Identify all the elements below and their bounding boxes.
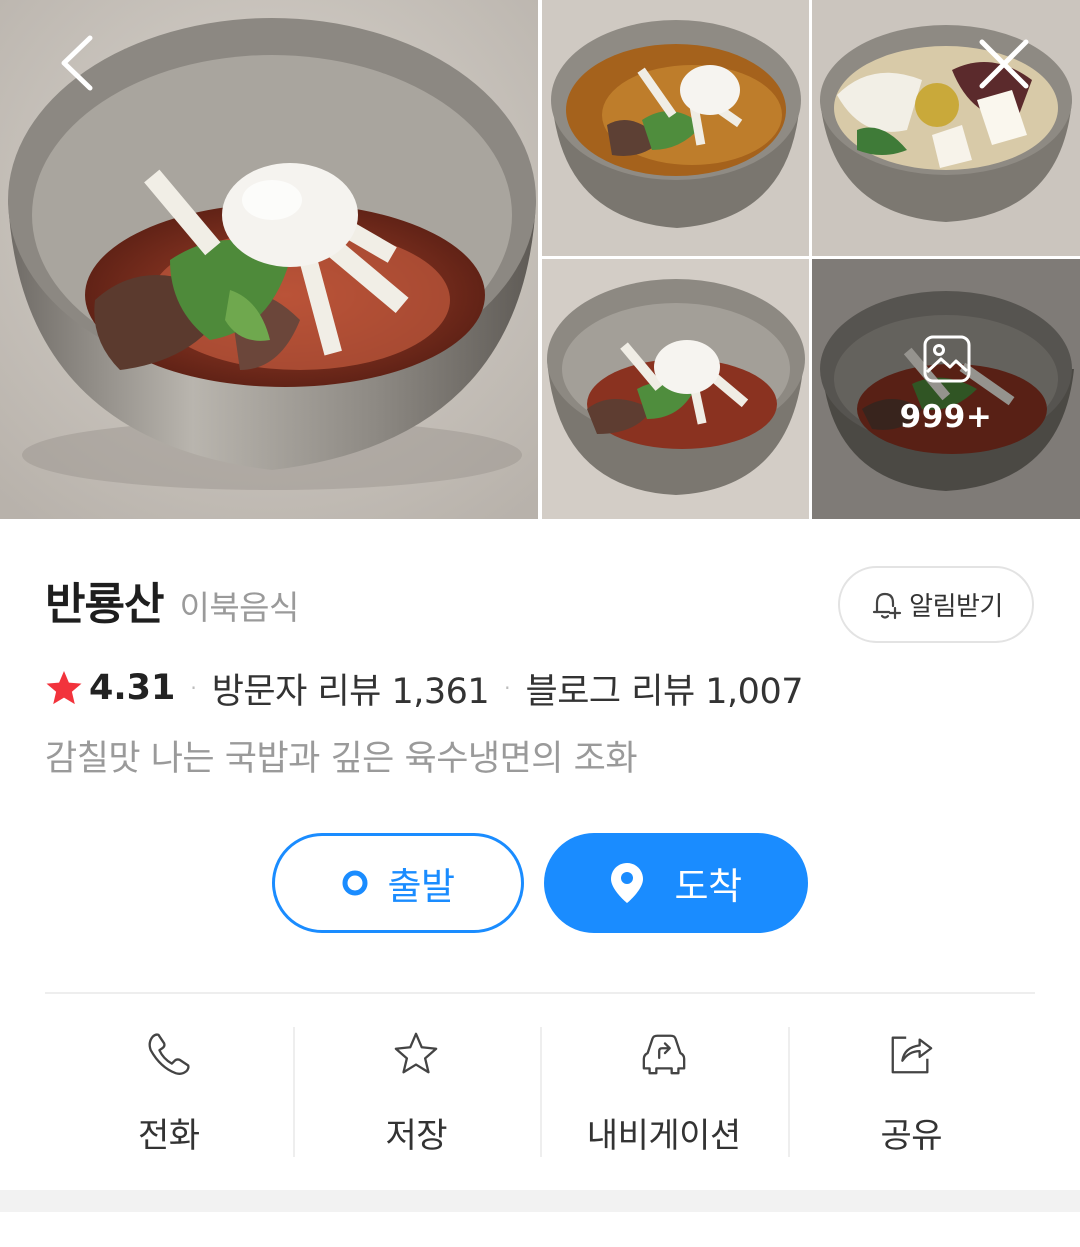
photo-thumbnail[interactable] (542, 0, 809, 256)
depart-label: 출발 (387, 865, 455, 908)
photo-count-label: 999+ (899, 399, 993, 435)
bell-plus-icon (873, 592, 902, 619)
more-photos-overlay[interactable]: 999+ (812, 259, 1080, 519)
place-title-row: 반룡산 이북음식 (45, 568, 299, 630)
share-icon (891, 1036, 933, 1074)
place-category: 이북음식 (179, 588, 299, 627)
rating-value: 4.31 (89, 668, 176, 708)
action-bar: 전화 저장 내비게이션 공유 (45, 1027, 1035, 1157)
rating-row: 4.31 · 방문자 리뷰 1,361 · 블로그 리뷰 1,007 (45, 662, 803, 714)
star-outline-icon (394, 1032, 438, 1074)
share-label: 공유 (880, 1116, 943, 1156)
navigation-button[interactable]: 내비게이션 (540, 1027, 788, 1157)
star-filled-icon (46, 671, 82, 705)
section-divider (45, 992, 1035, 994)
phone-icon (148, 1033, 190, 1075)
place-name: 반룡산 (45, 579, 164, 630)
origin-dot-icon (342, 870, 368, 896)
notification-subscribe-button[interactable]: 알림받기 (838, 566, 1034, 643)
arrive-button[interactable]: 도착 (544, 833, 808, 933)
visitor-reviews-link[interactable]: 방문자 리뷰 1,361 (212, 663, 490, 714)
blog-reviews-link[interactable]: 블로그 리뷰 1,007 (526, 663, 804, 714)
close-icon (979, 39, 1029, 89)
image-icon (923, 335, 971, 383)
separator-dot: · (504, 676, 511, 700)
section-separator-band (0, 1190, 1080, 1212)
photo-thumbnail[interactable] (812, 0, 1080, 256)
save-label: 저장 (385, 1116, 448, 1156)
close-button[interactable] (974, 34, 1034, 94)
location-pin-icon (611, 863, 644, 903)
navigation-label: 내비게이션 (586, 1116, 741, 1156)
chevron-left-icon (61, 35, 93, 91)
photo-gallery: 999+ (0, 0, 1080, 519)
place-description: 감칠맛 나는 국밥과 깊은 육수냉면의 조화 (45, 739, 638, 779)
car-navigation-icon (642, 1034, 686, 1075)
save-button[interactable]: 저장 (292, 1027, 541, 1157)
notification-subscribe-label: 알림받기 (909, 592, 1003, 622)
call-button[interactable]: 전화 (45, 1027, 293, 1157)
back-button[interactable] (52, 32, 112, 92)
call-label: 전화 (137, 1116, 200, 1156)
separator-dot: · (190, 676, 197, 700)
photo-thumbnail[interactable] (542, 259, 809, 519)
share-button[interactable]: 공유 (787, 1027, 1036, 1157)
depart-button[interactable]: 출발 (272, 833, 524, 933)
arrive-label: 도착 (674, 865, 742, 908)
